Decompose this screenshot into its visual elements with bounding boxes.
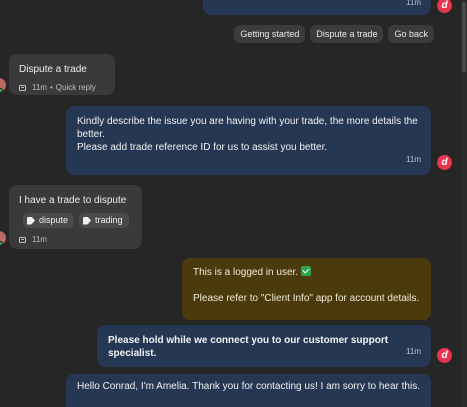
user-avatar bbox=[0, 231, 6, 246]
user-message-quick-reply: Dispute a trade 11m • Quick reply bbox=[9, 54, 115, 95]
brand-avatar-icon: d bbox=[437, 348, 452, 363]
message-text: Hello Conrad, I'm Amelia. Thank you for … bbox=[77, 381, 420, 392]
brand-avatar-icon: d bbox=[437, 155, 452, 170]
message-icon bbox=[19, 236, 26, 243]
message-time: 11m bbox=[406, 0, 421, 7]
user-avatar bbox=[0, 78, 6, 93]
tag-icon bbox=[83, 216, 92, 225]
message-text: Kindly describe the issue you are having… bbox=[77, 116, 418, 140]
message-time: 11m bbox=[406, 155, 421, 164]
agent-message-describe: Kindly describe the issue you are having… bbox=[66, 106, 431, 175]
message-icon bbox=[19, 84, 26, 91]
quick-reply-dispute-trade[interactable]: Dispute a trade bbox=[310, 25, 384, 43]
tag-dispute[interactable]: dispute bbox=[23, 213, 75, 228]
quick-reply-getting-started[interactable]: Getting started bbox=[234, 25, 306, 43]
tag-trading[interactable]: trading bbox=[79, 213, 129, 228]
message-text: Dispute a trade bbox=[19, 64, 87, 75]
message-time: 11m bbox=[32, 83, 47, 92]
quick-reply-options: Getting started Dispute a trade Go back bbox=[234, 25, 434, 43]
message-text: Please hold while we connect you to our … bbox=[108, 335, 389, 359]
brand-avatar-icon: d bbox=[437, 0, 452, 13]
message-source: Quick reply bbox=[55, 83, 96, 92]
check-mark-icon bbox=[300, 266, 311, 276]
scrollbar-thumb[interactable] bbox=[462, 2, 466, 72]
message-bubble-top: 11m bbox=[203, 0, 431, 15]
quick-reply-go-back[interactable]: Go back bbox=[388, 25, 434, 43]
message-text: I have a trade to dispute bbox=[19, 195, 127, 206]
internal-note: This is a logged in user. Please refer t… bbox=[182, 258, 431, 320]
user-message-dispute: I have a trade to dispute dispute tradin… bbox=[9, 185, 142, 249]
note-text: This is a logged in user. bbox=[193, 267, 299, 278]
scrollbar[interactable] bbox=[461, 0, 467, 407]
agent-message-hold: Please hold while we connect you to our … bbox=[97, 325, 431, 367]
chat-thread: 11m d Getting started Dispute a trade Go… bbox=[0, 0, 467, 407]
tag-icon bbox=[27, 216, 35, 225]
online-status-icon bbox=[0, 88, 3, 93]
message-time: 11m bbox=[406, 347, 421, 356]
message-time: 11m bbox=[32, 235, 47, 244]
note-text: Please refer to "Client Info" app for ac… bbox=[193, 293, 420, 304]
online-status-icon bbox=[0, 241, 3, 246]
message-text: Please add trade reference ID for us to … bbox=[77, 142, 328, 153]
agent-message-greeting: Hello Conrad, I'm Amelia. Thank you for … bbox=[66, 374, 431, 407]
